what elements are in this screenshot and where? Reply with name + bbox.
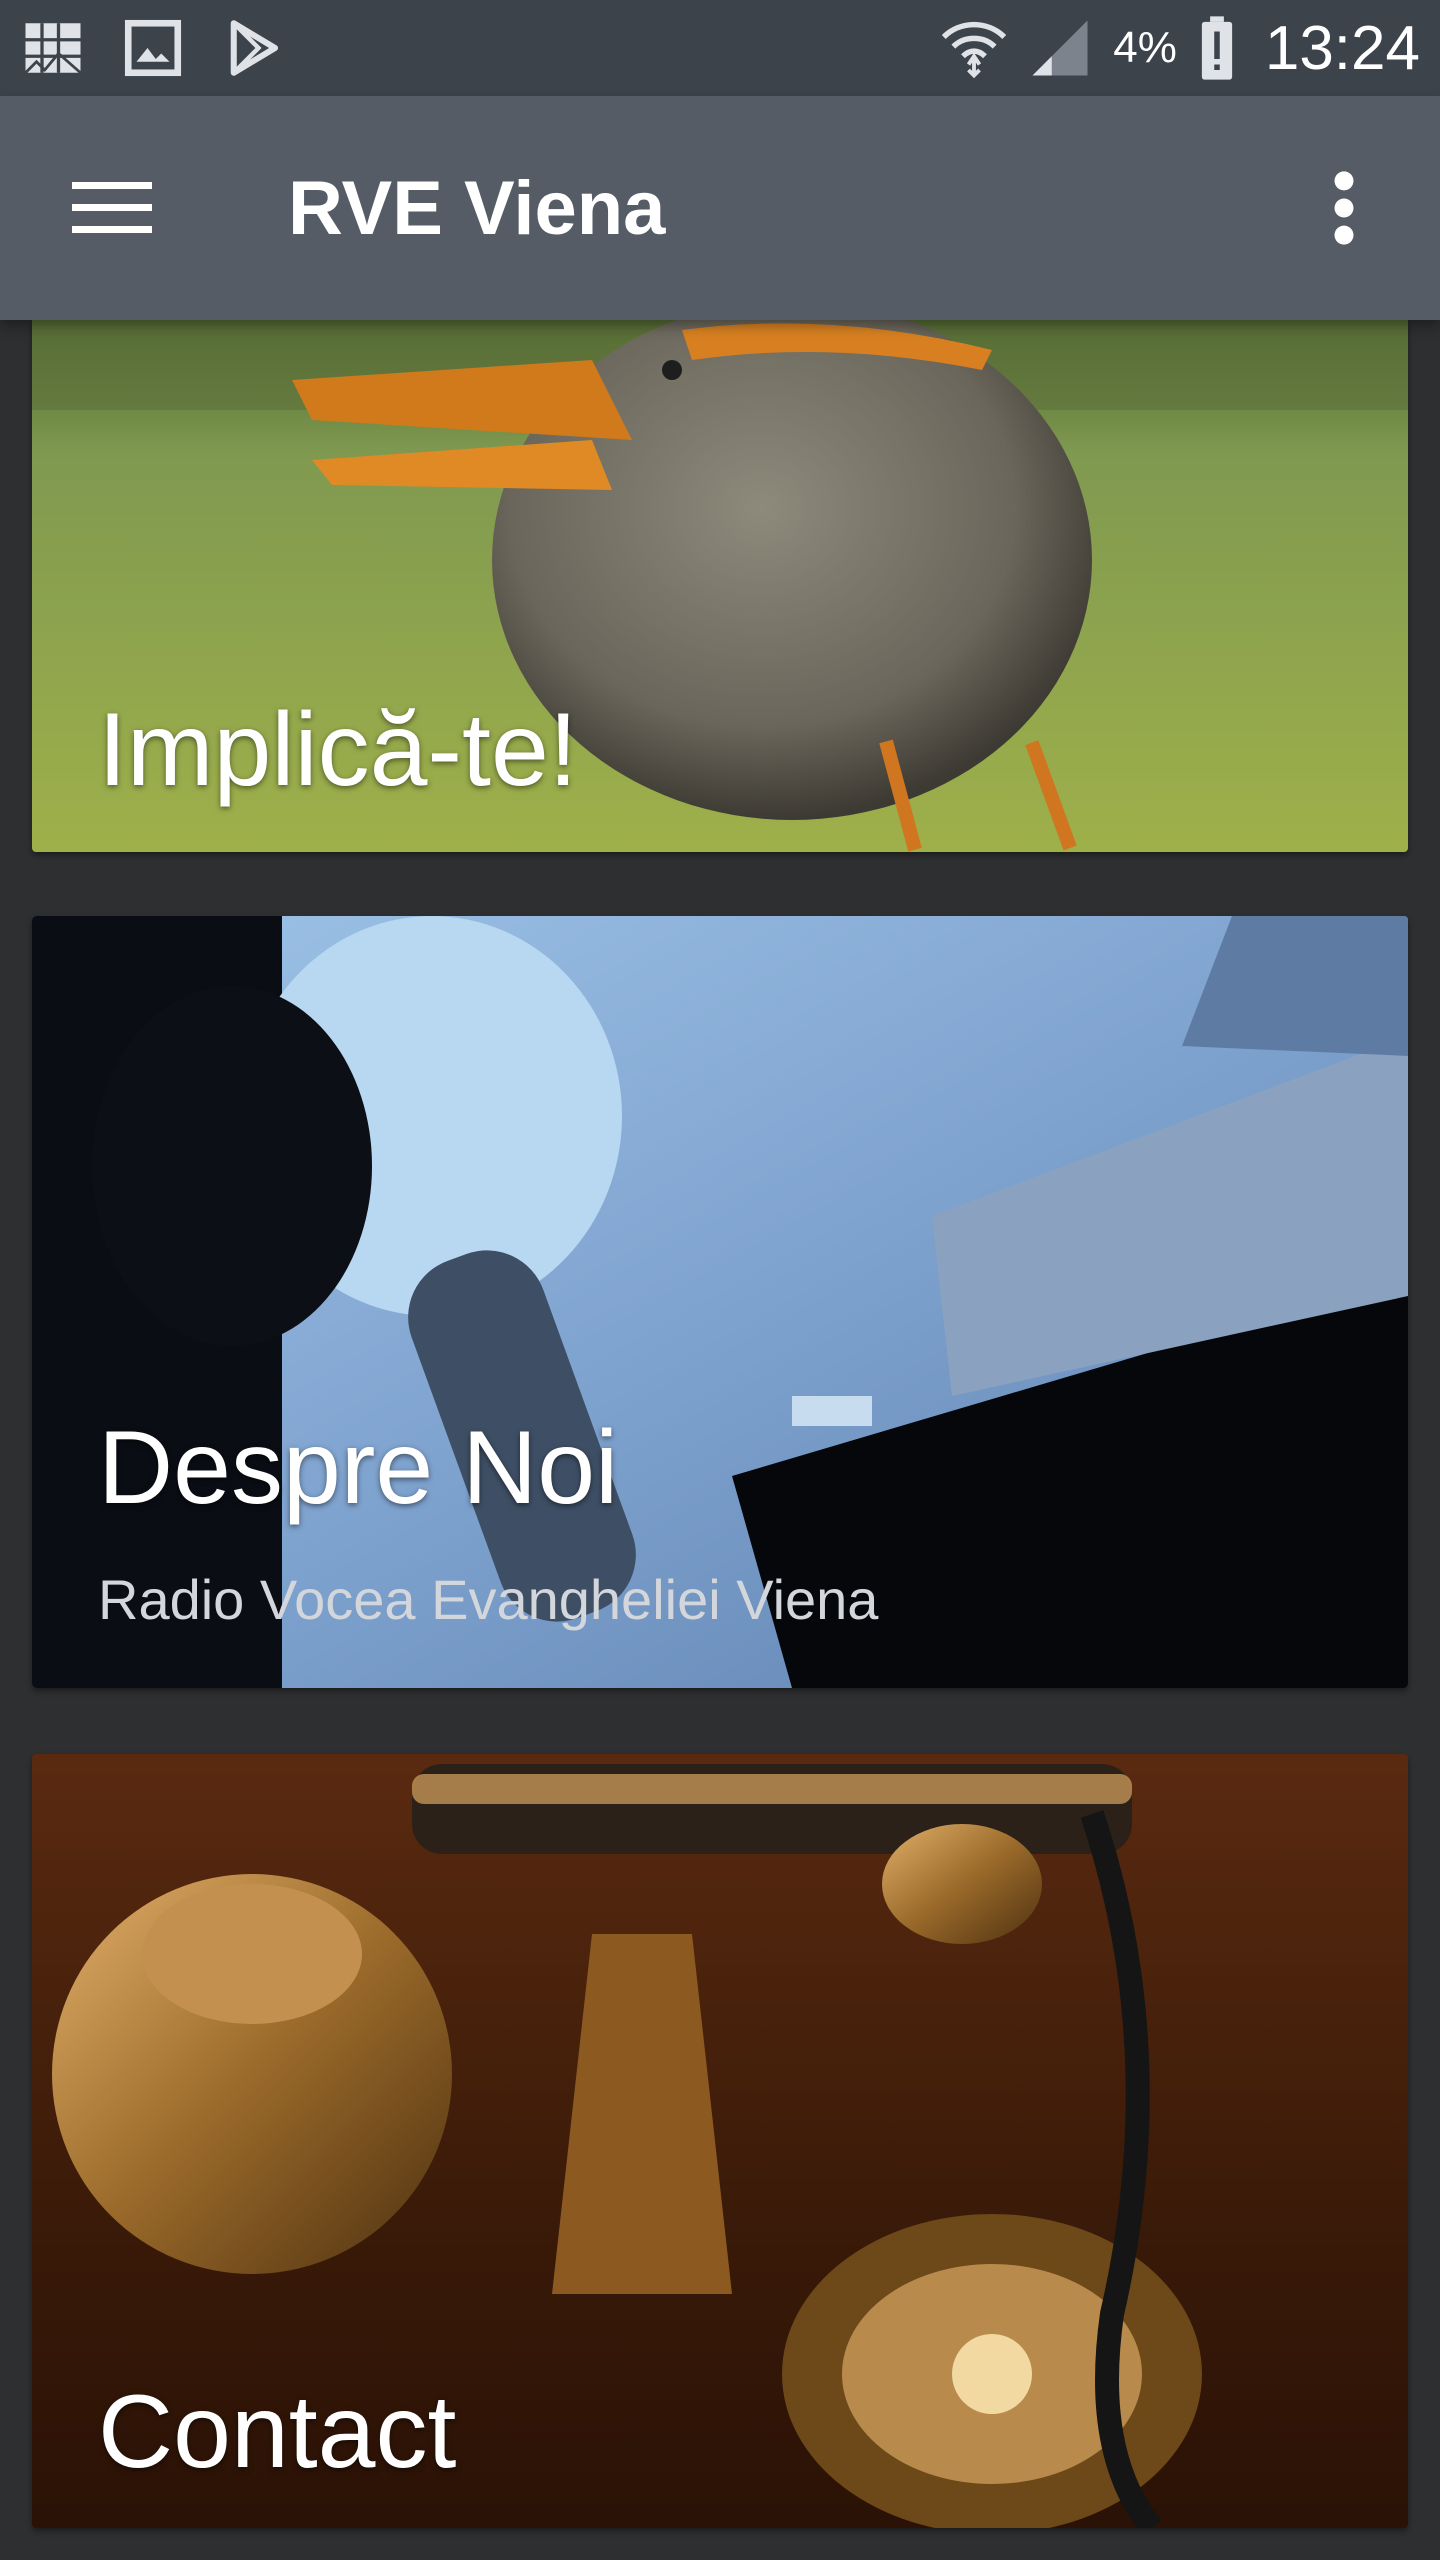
more-options-button[interactable] xyxy=(1288,152,1400,264)
gallery-mosaic-icon xyxy=(20,15,86,81)
app-title: RVE Viena xyxy=(288,165,666,251)
card-despre-noi[interactable]: Despre Noi Radio Vocea Evangheliei Viena xyxy=(32,916,1408,1688)
card-title: Contact xyxy=(98,2374,457,2490)
app-bar: RVE Viena xyxy=(0,96,1440,320)
status-bar: 4% 13:24 xyxy=(0,0,1440,96)
status-right-icons: 4% 13:24 xyxy=(941,13,1420,84)
card-subtitle: Radio Vocea Evangheliei Viena xyxy=(98,1568,879,1631)
menu-button[interactable] xyxy=(56,152,168,264)
wifi-icon xyxy=(941,15,1007,81)
image-icon xyxy=(120,15,186,81)
battery-percentage: 4% xyxy=(1113,23,1177,72)
more-vert-icon xyxy=(1334,171,1354,245)
play-store-icon xyxy=(220,15,286,81)
battery-alert-icon xyxy=(1197,15,1237,81)
card-contact[interactable]: Contact xyxy=(32,1754,1408,2528)
clock: 13:24 xyxy=(1264,13,1420,83)
card-title: Implică-te! xyxy=(98,692,578,808)
card-title: Despre Noi xyxy=(98,1410,619,1526)
status-left-icons xyxy=(20,15,286,81)
hamburger-icon xyxy=(72,182,152,233)
card-implica-te[interactable]: Implică-te! xyxy=(32,320,1408,852)
signal-icon xyxy=(1027,15,1093,81)
